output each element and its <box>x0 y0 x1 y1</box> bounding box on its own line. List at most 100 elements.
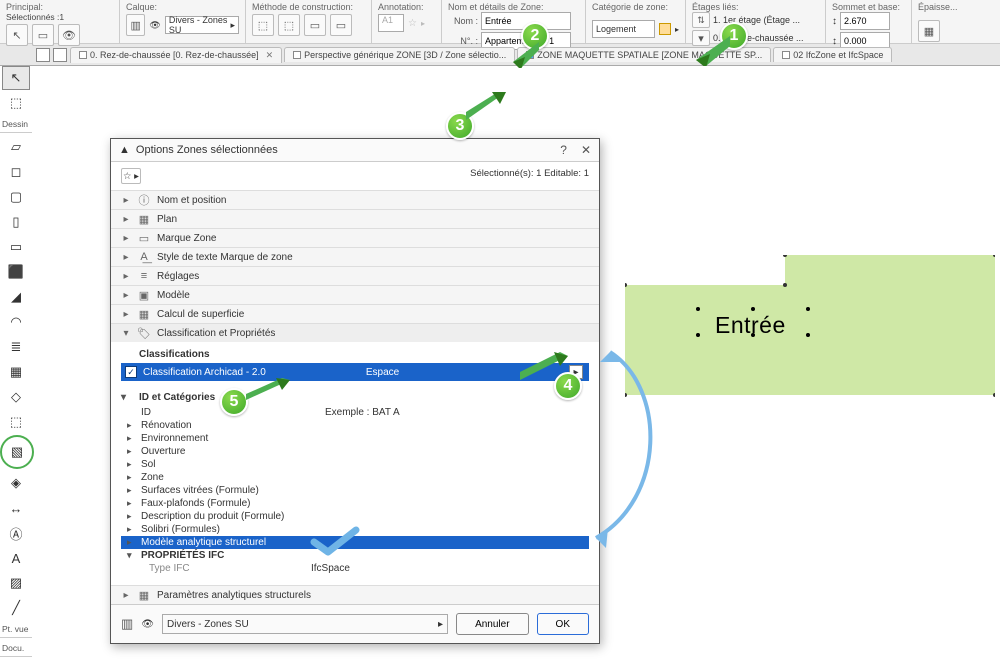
chevron-right-icon: ▸ <box>121 195 131 206</box>
zone-polygon[interactable] <box>625 255 995 425</box>
group-methode: Méthode de construction: ⬚ ⬚ ▭ ▭ <box>246 0 372 43</box>
dimension-tool[interactable]: ↔ <box>2 496 30 520</box>
mesh-tool[interactable]: ◈ <box>2 471 30 495</box>
zone-name-label: Nom et détails de Zone: <box>448 2 579 12</box>
roof-tool[interactable]: ◢ <box>2 285 30 309</box>
ok-button[interactable]: OK <box>537 613 589 635</box>
tab-3d[interactable]: Perspective générique ZONE [3D / Zone sé… <box>284 47 515 62</box>
method-2-icon[interactable]: ⬚ <box>278 14 300 36</box>
prop-plafonds[interactable]: ▸Faux-plafonds (Formule) <box>121 497 589 510</box>
object-tool[interactable]: ⬚ <box>2 410 30 434</box>
label-tool[interactable]: Ⓐ <box>2 521 30 545</box>
arrow-1-icon <box>696 36 730 66</box>
text-tool[interactable]: A <box>2 546 30 570</box>
epaisseur-icon[interactable]: ▦ <box>918 20 940 42</box>
annotation-value[interactable]: A1 <box>378 14 404 32</box>
tab-icon-1[interactable] <box>36 48 50 62</box>
arrow-5-icon <box>246 378 290 400</box>
classification-row[interactable]: ✓ Classification Archicad - 2.0 Espace ▸ <box>121 363 589 381</box>
slab-tool[interactable]: ⬛ <box>2 260 30 284</box>
beam-tool[interactable]: ▭ <box>2 235 30 259</box>
selection-mode-icon[interactable]: ▭ <box>32 24 54 46</box>
chevron-right-icon[interactable]: ▸ <box>675 25 679 34</box>
panel-classification[interactable]: ▾🏷Classification et Propriétés <box>111 323 599 342</box>
calque-label: Calque: <box>126 2 239 12</box>
zone-color-swatch[interactable] <box>659 23 671 35</box>
chevron-right-icon: ▸ <box>121 309 131 320</box>
sommet-label: Sommet et base: <box>832 2 905 12</box>
cancel-button[interactable]: Annuler <box>456 613 528 635</box>
help-button[interactable]: ? <box>560 143 567 157</box>
tab-icon-2[interactable] <box>53 48 67 62</box>
prop-renovation[interactable]: ▸Rénovation <box>121 419 589 432</box>
methode-label: Méthode de construction: <box>252 2 365 12</box>
chevron-right-icon: ▸ <box>121 214 131 225</box>
caret-down-icon: ▾ <box>121 392 131 403</box>
wall-tool[interactable]: ▱ <box>2 135 30 159</box>
prop-type-ifc[interactable]: Type IFCIfcSpace <box>121 562 589 575</box>
panel-plan[interactable]: ▸▦Plan <box>111 209 599 228</box>
sommet-top[interactable] <box>840 12 890 30</box>
method-4-icon[interactable]: ▭ <box>330 14 352 36</box>
curve-arrow-icon <box>588 348 668 548</box>
tag-icon: 🏷 <box>137 327 151 339</box>
chevron-right-icon: ▸ <box>438 619 443 630</box>
prop-description[interactable]: ▸Description du produit (Formule) <box>121 510 589 523</box>
prop-surfaces[interactable]: ▸Surfaces vitrées (Formule) <box>121 484 589 497</box>
arrow-4-icon <box>520 352 568 380</box>
chevron-right-icon: ▸ <box>121 252 131 263</box>
stair-tool[interactable]: ≣ <box>2 335 30 359</box>
method-1-icon[interactable]: ⬚ <box>252 14 274 36</box>
prop-ouverture[interactable]: ▸Ouverture <box>121 445 589 458</box>
panel-calcul[interactable]: ▸▦Calcul de superficie <box>111 304 599 323</box>
panel-analytique[interactable]: ▸▦Paramètres analytiques structurels <box>111 585 599 604</box>
close-button[interactable]: ✕ <box>581 143 591 157</box>
panel-style[interactable]: ▸A͟Style de texte Marque de zone <box>111 247 599 266</box>
method-3-icon[interactable]: ▭ <box>304 14 326 36</box>
chevron-down-icon: ▾ <box>121 328 131 339</box>
curtain-tool[interactable]: ▦ <box>2 360 30 384</box>
categorie-label: Catégorie de zone: <box>592 2 679 12</box>
story-top-icon[interactable]: ⇅ <box>692 12 710 28</box>
zone-tool[interactable]: ▧ <box>3 440 31 464</box>
chevron-right-icon[interactable]: ▸ <box>421 19 425 28</box>
dialog-titlebar[interactable]: ▲Options Zones sélectionnées ?✕ <box>111 139 599 162</box>
layer-settings-button[interactable]: ▥ <box>126 14 145 36</box>
classifications-header[interactable]: Classifications <box>121 346 589 363</box>
window-tool[interactable]: ▢ <box>2 185 30 209</box>
tab-ifc[interactable]: 02 IfcZone et IfcSpace <box>773 47 892 62</box>
calque-select[interactable]: Divers - Zones SU▸ <box>165 16 239 34</box>
stamp-icon: ▭ <box>137 232 151 244</box>
marquee-tool[interactable]: ⬚ <box>2 91 30 115</box>
prop-environnement[interactable]: ▸Environnement <box>121 432 589 445</box>
close-icon[interactable]: ✕ <box>266 50 274 61</box>
shell-tool[interactable]: ◠ <box>2 310 30 334</box>
tool-palette: ↖ ⬚ Dessin ▱ ◻ ▢ ▯ ▭ ⬛ ◢ ◠ ≣ ▦ ◇ ⬚ ▧ ◈ ↔… <box>0 66 32 659</box>
checkbox-checked-icon[interactable]: ✓ <box>125 366 137 378</box>
arrow-tool[interactable]: ↖ <box>2 66 30 90</box>
fill-tool[interactable]: ▨ <box>2 571 30 595</box>
doc-icon <box>782 51 790 59</box>
morph-tool[interactable]: ◇ <box>2 385 30 409</box>
door-tool[interactable]: ◻ <box>2 160 30 184</box>
id-categories-header[interactable]: ▾ID et Catégories <box>121 389 589 406</box>
prop-id[interactable]: IDExemple : BAT A <box>121 406 589 419</box>
footer-layer-select[interactable]: Divers - Zones SU▸ <box>162 614 448 634</box>
line-tool[interactable]: ╱ <box>2 596 30 620</box>
cube-icon: ▣ <box>137 289 151 301</box>
column-tool[interactable]: ▯ <box>2 210 30 234</box>
pointer-mode-icon[interactable]: ↖ <box>6 24 28 46</box>
panel-nom[interactable]: ▸ⓘNom et position <box>111 190 599 209</box>
panel-reglages[interactable]: ▸≡Réglages <box>111 266 599 285</box>
star-icon[interactable]: ☆ <box>408 18 417 29</box>
eye-icon: 👁 <box>141 619 154 630</box>
categorie-select[interactable]: Logement <box>592 20 655 38</box>
prop-sol[interactable]: ▸Sol <box>121 458 589 471</box>
prop-zone[interactable]: ▸Zone <box>121 471 589 484</box>
panel-marque[interactable]: ▸▭Marque Zone <box>111 228 599 247</box>
panel-modele[interactable]: ▸▣Modèle <box>111 285 599 304</box>
eye-toggle-icon[interactable]: 👁 <box>58 24 80 46</box>
tab-floorplan[interactable]: 0. Rez-de-chaussée [0. Rez-de-chaussée]✕ <box>70 47 282 63</box>
favorite-toggle[interactable]: ☆ ▸ <box>121 168 141 184</box>
text-style-icon: A͟ <box>137 251 151 263</box>
